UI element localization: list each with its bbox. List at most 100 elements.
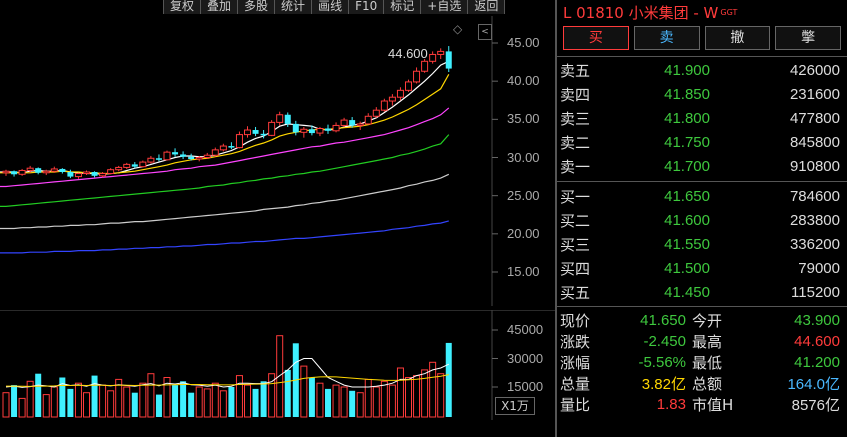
- volume-bar: [356, 392, 364, 418]
- volume-bar: [74, 382, 82, 418]
- diamond-icon[interactable]: ◇: [453, 22, 462, 36]
- toolbar-button-add-watchlist[interactable]: +自选: [420, 0, 469, 14]
- volume-bar: [276, 335, 284, 418]
- candle-body: [18, 169, 26, 175]
- toolbar-button-mark[interactable]: 标记: [383, 0, 422, 14]
- stat-label: 涨跌: [560, 333, 591, 351]
- sell-button[interactable]: 卖: [633, 26, 700, 50]
- volume-bar: [372, 386, 380, 418]
- toolbar-button-adjust[interactable]: 复权: [163, 0, 202, 14]
- candle-body: [115, 166, 123, 171]
- price-tick-label: 35.00: [507, 111, 540, 127]
- chart-high-label: 44.600: [388, 46, 428, 61]
- candle-body: [50, 168, 58, 172]
- candle-body: [445, 51, 452, 69]
- candle-body: [203, 154, 211, 159]
- volume-bar: [131, 392, 138, 417]
- bid-row: 买五 41.450 115200: [557, 280, 847, 304]
- volume-bar: [203, 388, 211, 418]
- stat-row: 涨跌 -2.450 最高 44.600: [557, 331, 847, 352]
- stat-label: 涨幅: [560, 354, 591, 372]
- candle-body: [107, 169, 115, 175]
- candle-body: [26, 167, 34, 171]
- stat-value: 43.900: [794, 312, 840, 329]
- ask-row: 卖一 41.700 910800: [557, 154, 847, 178]
- toolbar-button-overlay[interactable]: 叠加: [200, 0, 239, 14]
- stat-label: 总量: [560, 375, 591, 393]
- candle-body: [188, 156, 195, 160]
- volume-bar: [172, 385, 179, 417]
- volume-bar: [139, 382, 147, 418]
- candle-body: [244, 129, 251, 136]
- alert-button[interactable]: 撆: [775, 26, 841, 50]
- volume-bar: [244, 384, 251, 418]
- volume-bar: [147, 373, 155, 418]
- toolbar-button-multi-stock[interactable]: 多股: [237, 0, 276, 14]
- bid-book: 买一 41.650 784600 买二 41.600 283800 买三 41.550 33…: [557, 182, 847, 306]
- candle-body: [340, 119, 348, 126]
- stat-value: 3.82亿: [641, 376, 686, 393]
- candle-body: [437, 50, 445, 55]
- ask-row: 卖二 41.750 845800: [557, 130, 847, 154]
- volume-bar: [316, 382, 324, 418]
- toolbar-button-f10[interactable]: F10: [348, 0, 385, 14]
- collapse-panel-button[interactable]: <: [478, 24, 492, 40]
- stat-value: 164.0亿: [787, 376, 840, 393]
- stat-label: 量比: [560, 396, 591, 414]
- volume-bar: [83, 392, 90, 418]
- volume-bar: [437, 373, 445, 418]
- candle-body: [292, 123, 299, 133]
- candle-body: [364, 115, 372, 125]
- volume-bar: [364, 378, 372, 418]
- ask-volume: 845800: [789, 133, 840, 151]
- candle-body: [59, 168, 66, 173]
- volume-bar: [235, 375, 243, 418]
- cancel-order-button[interactable]: 撤: [704, 26, 771, 50]
- volume-bar: [11, 385, 18, 417]
- toolbar-button-draw-line[interactable]: 画线: [311, 0, 350, 14]
- bid-row: 买四 41.500 79000: [557, 256, 847, 280]
- candle-body: [380, 100, 388, 111]
- candle-body: [219, 145, 227, 151]
- candle-body: [276, 114, 284, 123]
- price-tick-label: 40.00: [507, 73, 540, 89]
- volume-bar: [18, 397, 26, 418]
- candle-body: [300, 128, 308, 133]
- buy-button[interactable]: 买: [563, 26, 629, 50]
- bid-price: 41.500: [664, 259, 710, 277]
- bid-volume: 115200: [791, 283, 840, 301]
- ask-label: 卖四: [560, 85, 591, 104]
- price-chart[interactable]: [0, 16, 555, 306]
- volume-bar: [332, 384, 340, 418]
- moving-average-line: [0, 60, 450, 175]
- ask-row: 卖五 41.900 426000: [557, 58, 847, 82]
- ask-label: 卖五: [560, 61, 591, 80]
- volume-bar: [42, 394, 50, 418]
- stat-row: 涨幅 -5.56% 最低 41.200: [557, 352, 847, 373]
- candle-body: [180, 154, 187, 157]
- candle-body: [74, 173, 82, 178]
- toolbar-button-back[interactable]: 返回: [467, 0, 506, 14]
- price-tick-label: 30.00: [507, 149, 540, 165]
- volume-bar: [340, 386, 348, 418]
- volume-chart[interactable]: [0, 310, 555, 420]
- stat-value: 44.600: [794, 333, 840, 350]
- volume-bar: [421, 369, 429, 418]
- volume-bar: [349, 390, 356, 417]
- trade-button-row: 买 卖 撤 撆: [557, 24, 847, 56]
- volume-bar: [35, 373, 42, 417]
- candle-body: [2, 170, 10, 174]
- kline-chart-area[interactable]: 复权 叠加 多股 统计 画线 F10 标记 +自选 返回 45.00 40.00 3…: [0, 0, 555, 437]
- stat-label: 今开: [692, 312, 723, 330]
- bid-volume: 79000: [798, 259, 840, 277]
- candle-body: [332, 124, 340, 132]
- stat-row: 现价 41.650 今开 43.900: [557, 310, 847, 331]
- toolbar-button-statistics[interactable]: 统计: [274, 0, 313, 14]
- ask-row: 卖四 41.850 231600: [557, 82, 847, 106]
- candle-body: [388, 96, 396, 102]
- ask-price: 41.750: [664, 133, 710, 151]
- bid-price: 41.650: [664, 187, 710, 205]
- ask-volume: 426000: [789, 61, 840, 79]
- volume-bar: [308, 377, 315, 417]
- stat-row: 总量 3.82亿 总额 164.0亿: [557, 373, 847, 394]
